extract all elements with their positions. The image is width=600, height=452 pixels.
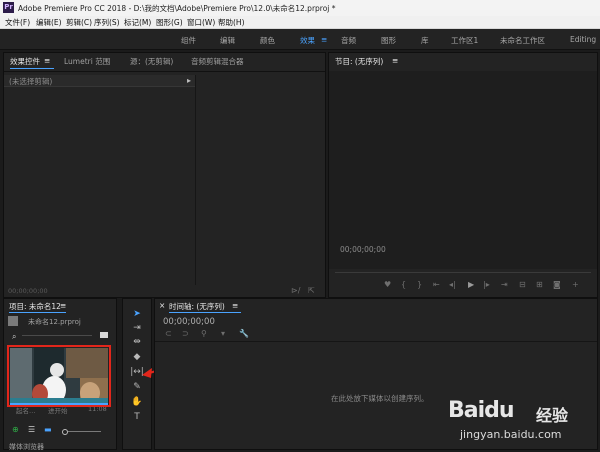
track-select-tool-icon[interactable]: ⇥ bbox=[130, 323, 144, 333]
project-panel: 项目: 未命名12 ≡ 未命名12.prproj ⌕ 起名… 进开始 11:08… bbox=[3, 298, 117, 452]
timeline-timecode[interactable]: 00;00;00;00 bbox=[163, 317, 215, 327]
hand-tool-icon[interactable]: ✋ bbox=[130, 397, 144, 407]
timeline-header-divider bbox=[155, 341, 597, 342]
export-icon[interactable]: ⇱ bbox=[308, 287, 315, 295]
lift-icon[interactable]: ⊟ bbox=[519, 281, 526, 289]
menu-file[interactable]: 文件(F) bbox=[5, 17, 30, 28]
premiere-app-icon: Pr bbox=[3, 2, 14, 13]
search-icon[interactable]: ⌕ bbox=[12, 333, 16, 341]
baidu-watermark: Baidu 经验 jingyan.baidu.com bbox=[446, 396, 596, 448]
menu-graphics[interactable]: 图形(G) bbox=[156, 17, 183, 28]
workspace-audio[interactable]: 音频 bbox=[341, 35, 356, 46]
export-frame-icon[interactable]: ◙ bbox=[553, 281, 561, 289]
lock-icon[interactable]: ⊕ bbox=[12, 426, 19, 434]
extract-icon[interactable]: ⊞ bbox=[536, 281, 543, 289]
workspace-color[interactable]: 颜色 bbox=[260, 35, 275, 46]
workspace-libraries[interactable]: 库 bbox=[421, 35, 429, 46]
tab-media-browser[interactable]: 媒体浏览器 bbox=[9, 442, 44, 452]
keyframe-divider bbox=[195, 75, 196, 285]
workspace-effects[interactable]: 效果 bbox=[300, 35, 315, 46]
timeline-tab-menu-icon[interactable]: ≡ bbox=[232, 301, 238, 310]
project-tab-menu-icon[interactable]: ≡ bbox=[60, 301, 66, 310]
zoom-slider-handle[interactable] bbox=[62, 429, 68, 435]
linked-selection-icon[interactable]: ⚲ bbox=[201, 330, 207, 338]
highlight-box bbox=[7, 345, 111, 407]
go-to-out-icon[interactable]: ⇥ bbox=[501, 281, 508, 289]
menu-marker[interactable]: 标记(M) bbox=[124, 17, 151, 28]
menu-clip[interactable]: 剪辑(C) bbox=[66, 17, 92, 28]
project-file-icon bbox=[8, 316, 18, 326]
watermark-brand-cn: 经验 bbox=[536, 406, 569, 425]
project-file-name: 未命名12.prproj bbox=[28, 318, 81, 326]
list-view-icon[interactable]: ☰ bbox=[28, 426, 35, 434]
add-marker-timeline-icon[interactable]: ▾ bbox=[221, 330, 225, 338]
timeline-tab-underline bbox=[169, 312, 241, 313]
effect-controls-panel: 效果控件 ≡ Lumetri 范围 源：(无剪辑) 音频剪辑混合器 (未选择剪辑… bbox=[3, 52, 326, 298]
selection-tool-icon[interactable]: ➤ bbox=[130, 309, 144, 319]
tab-divider bbox=[4, 71, 325, 72]
workspace-1[interactable]: 工作区1 bbox=[451, 35, 478, 46]
active-tab-underline bbox=[10, 68, 54, 69]
tab-project[interactable]: 项目: 未命名12 bbox=[9, 301, 61, 312]
play-icon[interactable]: ▶ bbox=[468, 281, 474, 289]
search-input[interactable] bbox=[22, 335, 92, 336]
filter-icon[interactable]: ⊳/ bbox=[291, 287, 300, 295]
wrench-icon[interactable]: 🔧 bbox=[239, 330, 249, 338]
program-tab-menu-icon[interactable]: ≡ bbox=[392, 56, 398, 65]
menu-help[interactable]: 帮助(H) bbox=[218, 17, 245, 28]
workspace-assembly[interactable]: 组件 bbox=[181, 35, 196, 46]
step-back-icon[interactable]: ◂| bbox=[449, 281, 456, 289]
workspace-editing-en[interactable]: Editing bbox=[570, 35, 596, 44]
new-bin-icon[interactable] bbox=[100, 332, 108, 338]
snap-icon[interactable]: ⊂ bbox=[165, 330, 172, 338]
no-clip-row: (未选择剪辑) ▸ bbox=[4, 75, 195, 86]
workspace-graphics[interactable]: 图形 bbox=[381, 35, 396, 46]
pen-tool-icon[interactable]: ✎ bbox=[130, 382, 144, 392]
title-bar: Pr Adobe Premiere Pro CC 2018 - D:\我的文档\… bbox=[0, 0, 600, 16]
effect-row-line bbox=[4, 86, 195, 87]
timeline-drop-hint: 在此处放下媒体以创建序列。 bbox=[331, 394, 429, 403]
tab-lumetri-scopes[interactable]: Lumetri 范围 bbox=[64, 56, 110, 67]
tab-source-monitor[interactable]: 源：(无剪辑) bbox=[130, 56, 173, 67]
program-video-area[interactable] bbox=[329, 71, 597, 269]
mark-in-icon[interactable]: { bbox=[401, 281, 406, 289]
tab-timeline[interactable]: 时间轴: (无序列) bbox=[169, 301, 225, 312]
workspace-editing[interactable]: 编辑 bbox=[220, 35, 235, 46]
tab-effect-controls[interactable]: 效果控件 bbox=[10, 56, 40, 67]
nest-icon[interactable]: ⊃ bbox=[182, 330, 189, 338]
watermark-url: jingyan.baidu.com bbox=[460, 428, 562, 441]
menu-edit[interactable]: 编辑(E) bbox=[36, 17, 62, 28]
add-marker-icon[interactable]: ♥ bbox=[384, 281, 391, 289]
workspace-untitled[interactable]: 未命名工作区 bbox=[500, 35, 545, 46]
icon-view-icon[interactable]: ▬ bbox=[44, 426, 52, 434]
window-title: Adobe Premiere Pro CC 2018 - D:\我的文档\Ado… bbox=[18, 4, 336, 13]
menu-bar: 文件(F) 编辑(E) 剪辑(C) 序列(S) 标记(M) 图形(G) 窗口(W… bbox=[0, 16, 600, 29]
step-forward-icon[interactable]: |▸ bbox=[483, 281, 490, 289]
zoom-slider[interactable] bbox=[68, 431, 101, 432]
type-tool-icon[interactable]: T bbox=[130, 412, 144, 422]
tab-menu-icon[interactable]: ≡ bbox=[44, 56, 50, 65]
mark-out-icon[interactable]: } bbox=[417, 281, 422, 289]
play-only-icon[interactable]: ▸ bbox=[187, 77, 191, 85]
timeline-close-icon[interactable]: × bbox=[159, 301, 165, 310]
menu-window[interactable]: 窗口(W) bbox=[187, 17, 215, 28]
workspace-bar: 组件 编辑 颜色 效果 ≡ 音频 图形 库 工作区1 未命名工作区 Editin… bbox=[0, 29, 600, 50]
project-tab-underline bbox=[9, 312, 66, 313]
ripple-edit-tool-icon[interactable]: ⇹ bbox=[130, 337, 144, 347]
effect-controls-timecode: 00;00;00;00 bbox=[8, 287, 48, 295]
workspace-menu-icon[interactable]: ≡ bbox=[321, 35, 327, 44]
tab-audio-clip-mixer[interactable]: 音频剪辑混合器 bbox=[191, 56, 244, 67]
watermark-brand: Baidu bbox=[448, 398, 515, 423]
go-to-in-icon[interactable]: ⇤ bbox=[433, 281, 440, 289]
program-monitor-panel: 节目: (无序列) ≡ 00;00;00;00 ♥ { } ⇤ ◂| ▶ |▸ … bbox=[328, 52, 598, 298]
program-scrub-bar[interactable] bbox=[335, 272, 591, 273]
program-timecode[interactable]: 00;00;00;00 bbox=[340, 245, 386, 254]
menu-sequence[interactable]: 序列(S) bbox=[94, 17, 120, 28]
tab-program-monitor[interactable]: 节目: (无序列) bbox=[335, 56, 383, 67]
button-editor-icon[interactable]: + bbox=[572, 281, 579, 289]
